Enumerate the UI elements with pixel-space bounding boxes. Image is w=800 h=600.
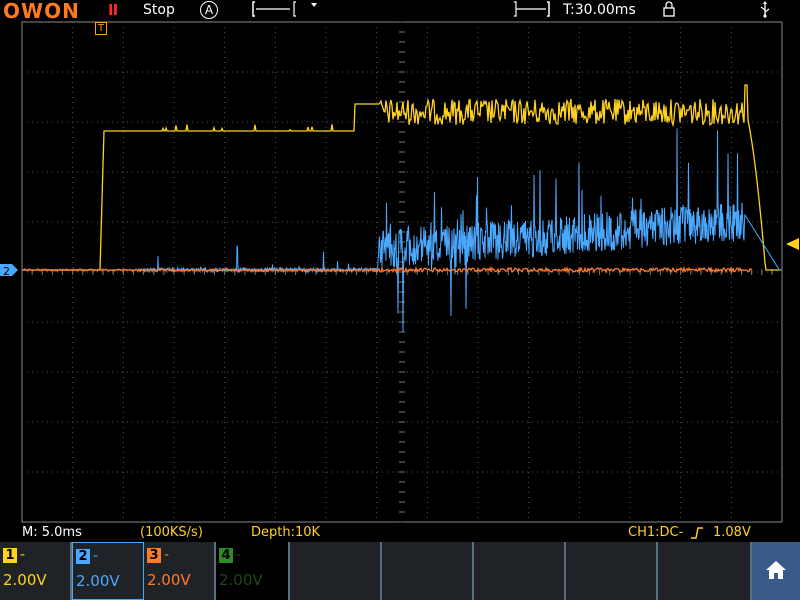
ch4-scale: 2.00V bbox=[219, 571, 263, 589]
ch4-coupling: - bbox=[236, 547, 242, 563]
rising-edge-icon bbox=[691, 527, 703, 539]
menu-slot-2[interactable] bbox=[382, 542, 474, 600]
ch3-coupling: - bbox=[164, 547, 170, 563]
menu-slot-1[interactable] bbox=[290, 542, 382, 600]
home-icon bbox=[766, 561, 786, 579]
waveform-display[interactable]: 2 bbox=[0, 0, 800, 600]
ch2-marker-label: 2 bbox=[3, 265, 10, 278]
ch4-menu-button[interactable]: 4 - 2.00V bbox=[216, 542, 290, 600]
trigger-source-label[interactable]: CH1:DC- bbox=[628, 525, 683, 540]
ch2-number: 2 bbox=[76, 549, 90, 564]
menu-slot-3[interactable] bbox=[474, 542, 566, 600]
sample-rate-label: (100KS/s) bbox=[140, 525, 203, 540]
menu-slot-4[interactable] bbox=[566, 542, 658, 600]
ch3-scale: 2.00V bbox=[147, 571, 191, 589]
ch4-number: 4 bbox=[219, 548, 233, 563]
menu-slot-5[interactable] bbox=[658, 542, 752, 600]
trigger-level-label[interactable]: 1.08V bbox=[713, 525, 751, 540]
acquisition-status: M: 5.0ms (100KS/s) Depth:10K CH1:DC- 1.0… bbox=[0, 524, 800, 542]
ch2-offset-marker: 2 bbox=[0, 264, 18, 278]
memory-depth-label[interactable]: Depth:10K bbox=[251, 525, 320, 540]
ch3-number: 3 bbox=[147, 548, 161, 563]
ch1-scale: 2.00V bbox=[3, 571, 47, 589]
ch2-menu-button[interactable]: 2 - 2.00V bbox=[72, 542, 144, 600]
channel-menu-bar: 1 - 2.00V 2 - 2.00V 3 - 2.00V 4 - 2.00V bbox=[0, 542, 800, 600]
trigger-level-marker bbox=[786, 238, 799, 250]
graticule-grid bbox=[21, 21, 783, 523]
ch3-menu-button[interactable]: 3 - 2.00V bbox=[144, 542, 216, 600]
trigger-point-marker: T bbox=[95, 22, 107, 35]
ch2-scale: 2.00V bbox=[76, 572, 120, 590]
ch2-coupling: - bbox=[93, 548, 99, 564]
timebase-label[interactable]: M: 5.0ms bbox=[22, 525, 82, 540]
ch1-menu-button[interactable]: 1 - 2.00V bbox=[0, 542, 72, 600]
home-button[interactable] bbox=[752, 542, 800, 600]
ch1-number: 1 bbox=[3, 548, 17, 563]
ch1-coupling: - bbox=[20, 547, 26, 563]
